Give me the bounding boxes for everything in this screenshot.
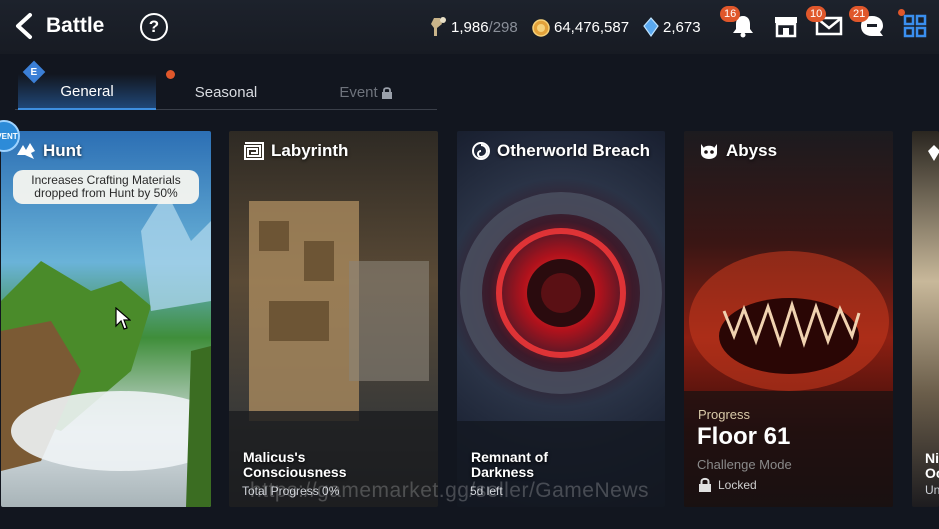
shop-button[interactable] <box>769 9 803 43</box>
card-otherworld-breach[interactable]: Otherworld Breach Remnant of Darkness 5d… <box>457 131 665 507</box>
tab-bar: General E Seasonal Event <box>15 60 437 110</box>
lock-icon <box>699 477 711 492</box>
mail-button[interactable]: 10 <box>806 6 846 43</box>
abyss-lock-text: Locked <box>718 477 757 492</box>
page-title: Battle <box>46 14 105 37</box>
card-abyss-title: Abyss <box>726 141 778 160</box>
abyss-lock-status: Locked <box>698 477 757 492</box>
card-labyrinth-name: Malicus's Consciousness <box>243 449 347 480</box>
grid-menu-icon <box>903 14 927 38</box>
card-next-sub: Un <box>925 483 939 497</box>
tab-event-label: Event <box>339 83 378 101</box>
skystone-counter[interactable]: 2,673 <box>642 15 701 39</box>
lock-icon <box>381 86 392 99</box>
card-next-name-1: Ni <box>925 450 939 466</box>
gold-value: 64,476,587 <box>554 18 630 36</box>
tab-seasonal-dot <box>166 70 175 79</box>
card-breach-header: Otherworld Breach <box>471 141 650 161</box>
stamina-max: /298 <box>488 18 518 36</box>
abyss-floor: Floor 61 <box>697 423 791 450</box>
tab-general-badge: E <box>22 60 46 84</box>
card-hunt-title: Hunt <box>43 141 82 160</box>
gold-counter[interactable]: 64,476,587 <box>531 15 629 39</box>
card-labyrinth[interactable]: Labyrinth Malicus's Consciousness Total … <box>229 131 438 507</box>
gold-coin-icon <box>532 19 550 37</box>
tab-event[interactable]: Event <box>296 74 436 110</box>
abyss-progress-label: Progress <box>698 407 751 422</box>
card-hunt-header: Hunt <box>15 141 82 161</box>
card-labyrinth-title: Labyrinth <box>271 141 349 160</box>
demon-skull-icon <box>701 144 717 159</box>
back-button[interactable] <box>10 10 38 42</box>
card-abyss[interactable]: Abyss Progress Floor 61 Challenge Mode L… <box>684 131 893 507</box>
card-next-name-2: Oc <box>925 465 939 481</box>
skystone-icon <box>643 17 659 38</box>
maze-icon <box>244 142 264 160</box>
tab-seasonal[interactable]: Seasonal <box>156 70 296 110</box>
stamina-key-icon <box>431 17 446 36</box>
hunt-bonus-tooltip: Increases Crafting Materials dropped fro… <box>13 170 199 204</box>
abyss-challenge-mode: Challenge Mode <box>697 457 792 472</box>
watermark: https://gamemarket.gg/seller/GameNews <box>250 479 649 502</box>
bell-badge: 16 <box>720 6 741 22</box>
swirl-portal-icon <box>472 142 490 160</box>
card-hunt[interactable]: Hunt Increases Crafting Materials droppe… <box>1 131 211 507</box>
chevron-left-icon <box>16 13 32 39</box>
card-next-partial[interactable]: Ni Oc Un <box>912 131 939 507</box>
skystone-value: 2,673 <box>663 18 701 36</box>
shop-icon <box>775 17 797 38</box>
menu-dot-badge <box>898 9 905 16</box>
tab-general[interactable]: General E <box>18 60 156 110</box>
help-button[interactable]: ? <box>140 13 168 41</box>
chat-button[interactable]: 21 <box>849 6 889 43</box>
card-breach-name: Remnant of Darkness <box>471 449 548 480</box>
partial-card-icon <box>928 145 939 161</box>
chat-badge: 21 <box>849 6 870 22</box>
card-abyss-header: Abyss <box>698 141 777 161</box>
card-breach-title: Otherworld Breach <box>497 141 651 160</box>
stamina-value: 1,986 <box>451 18 489 36</box>
mouse-cursor-icon <box>115 307 131 330</box>
menu-button[interactable] <box>898 9 932 43</box>
tab-general-label: General <box>60 82 114 100</box>
mail-badge: 10 <box>806 6 827 22</box>
dragon-icon <box>17 143 35 159</box>
card-labyrinth-header: Labyrinth <box>243 141 348 161</box>
tab-seasonal-label: Seasonal <box>194 83 258 101</box>
notifications-button[interactable]: 16 <box>720 6 760 43</box>
stamina-counter[interactable]: 1,986 /298 <box>428 15 518 39</box>
